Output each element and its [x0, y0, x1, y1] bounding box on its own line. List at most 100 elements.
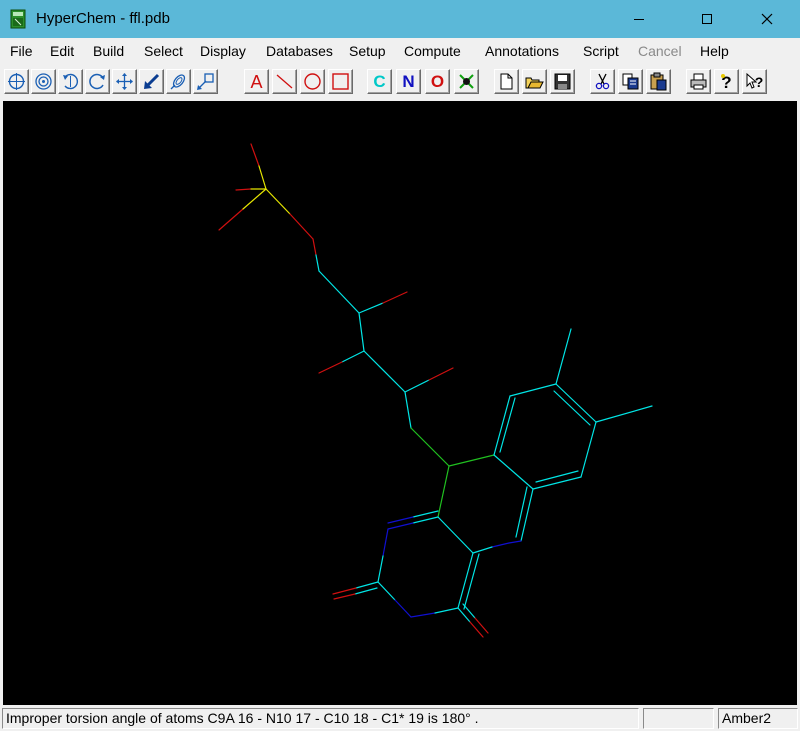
bond-c8-c7 [555, 383, 597, 423]
explicit-hydrogen-button[interactable] [454, 69, 479, 94]
menu-bar: File Edit Build Select Display Databases… [0, 38, 800, 64]
hyperchem-app-icon[interactable] [10, 9, 26, 29]
oxygen-element-button[interactable]: O [425, 69, 450, 94]
bond-c10-n1 [387, 522, 414, 530]
paste-button[interactable] [646, 69, 671, 94]
text-annotation-icon: A [250, 71, 263, 92]
rotate-z-tool-button[interactable] [85, 69, 110, 94]
translate-xy-icon [116, 73, 133, 90]
bond-c8-c7-dbl [553, 390, 591, 426]
bond-c10-n1-dbl [387, 516, 414, 524]
bond-c2-o-dbl [333, 593, 356, 600]
print-icon [690, 73, 707, 90]
cut-icon [595, 73, 610, 90]
title-bar: HyperChem - ffl.pdb [0, 0, 800, 38]
new-file-button[interactable] [494, 69, 519, 94]
bond-c3-o3 [341, 350, 365, 363]
nitrogen-icon: N [402, 72, 415, 91]
bond-c2-o2 [404, 379, 430, 393]
zoom-in-icon [170, 74, 186, 90]
bond-c3-o3 [318, 361, 343, 374]
menu-setup[interactable]: Setup [349, 43, 386, 59]
bond-n1-c2 [377, 555, 384, 583]
bond-n5-c4a [472, 546, 493, 554]
bond-n10-c9a [448, 454, 495, 467]
select-tool-button[interactable] [4, 69, 29, 94]
bond-c2-o2 [428, 367, 454, 381]
save-file-button[interactable] [550, 69, 575, 94]
bond-c4-c3 [358, 312, 365, 352]
ellipse-annotation-button[interactable] [300, 69, 325, 94]
context-help-button[interactable]: ? [742, 69, 767, 94]
bond-c2-n3 [377, 581, 396, 601]
maximize-icon [702, 14, 712, 24]
save-file-icon [554, 73, 571, 90]
bond-o-p [218, 208, 244, 231]
zoom-tool-button[interactable] [31, 69, 56, 94]
bond-c5a-c9a [493, 454, 534, 490]
zoom-in-tool-button[interactable] [166, 69, 191, 94]
text-annotation-button[interactable]: A [244, 69, 269, 94]
window-title: HyperChem - ffl.pdb [36, 10, 170, 27]
explicit-hydrogen-icon [459, 74, 474, 89]
molecule-view [218, 143, 653, 638]
bond-o-p [258, 165, 267, 190]
bond-c6-c5a-dbl [535, 470, 579, 483]
bond-c2-o-dbl [354, 587, 378, 595]
clip-tool-button[interactable] [193, 69, 218, 94]
bond-c8-methyl [555, 328, 572, 385]
menu-select[interactable]: Select [144, 43, 183, 59]
menu-annotations[interactable]: Annotations [485, 43, 559, 59]
copy-icon [622, 73, 639, 90]
menu-help[interactable]: Help [700, 43, 729, 59]
bond-p-o5 [265, 188, 291, 215]
bond-c2-o [332, 587, 357, 595]
bond-c10-n1 [412, 516, 439, 524]
menu-display[interactable]: Display [200, 43, 246, 59]
status-forcefield: Amber2 [718, 708, 798, 729]
bond-c9-c8 [509, 383, 557, 397]
status-bar: Improper torsion angle of atoms C9A 16 -… [0, 706, 800, 731]
rectangle-annotation-icon [332, 73, 349, 90]
line-annotation-button[interactable] [272, 69, 297, 94]
cut-button[interactable] [590, 69, 615, 94]
open-file-button[interactable] [522, 69, 547, 94]
paste-icon [650, 72, 667, 91]
new-file-icon [500, 73, 513, 90]
menu-build[interactable]: Build [93, 43, 124, 59]
bond-n10-c10 [437, 465, 450, 518]
nitrogen-element-button[interactable]: N [396, 69, 421, 94]
bond-p-o5 [289, 213, 314, 240]
translate-xy-tool-button[interactable] [112, 69, 137, 94]
translate-z-icon [144, 73, 160, 89]
molecule-workspace[interactable] [3, 101, 797, 705]
print-button[interactable] [686, 69, 711, 94]
bond-c4-c4a [457, 552, 474, 609]
minimize-button[interactable] [616, 0, 662, 38]
menu-script[interactable]: Script [583, 43, 619, 59]
ellipse-annotation-icon [304, 73, 321, 90]
toolbar: A C N O ? ? [0, 64, 800, 100]
bond-c5-c4 [318, 270, 360, 314]
translate-z-tool-button[interactable] [139, 69, 164, 94]
rectangle-annotation-button[interactable] [328, 69, 353, 94]
bond-c5a-n5 [520, 488, 534, 542]
menu-file[interactable]: File [10, 43, 33, 59]
bond-c10-n1-dbl [412, 510, 439, 518]
maximize-button[interactable] [684, 0, 730, 38]
help-button[interactable]: ? [714, 69, 739, 94]
open-file-icon [525, 77, 544, 89]
bond-c4-o4 [358, 302, 384, 314]
menu-edit[interactable]: Edit [50, 43, 74, 59]
close-icon [761, 13, 773, 25]
minimize-icon [634, 19, 644, 20]
rotate-xy-tool-button[interactable] [58, 69, 83, 94]
carbon-element-button[interactable]: C [367, 69, 392, 94]
copy-button[interactable] [618, 69, 643, 94]
menu-compute[interactable]: Compute [404, 43, 461, 59]
bond-c4-o4 [382, 291, 408, 304]
context-help-icon: ? [746, 72, 763, 90]
menu-databases[interactable]: Databases [266, 43, 333, 59]
bond-o-p [235, 188, 252, 191]
close-button[interactable] [744, 0, 790, 38]
